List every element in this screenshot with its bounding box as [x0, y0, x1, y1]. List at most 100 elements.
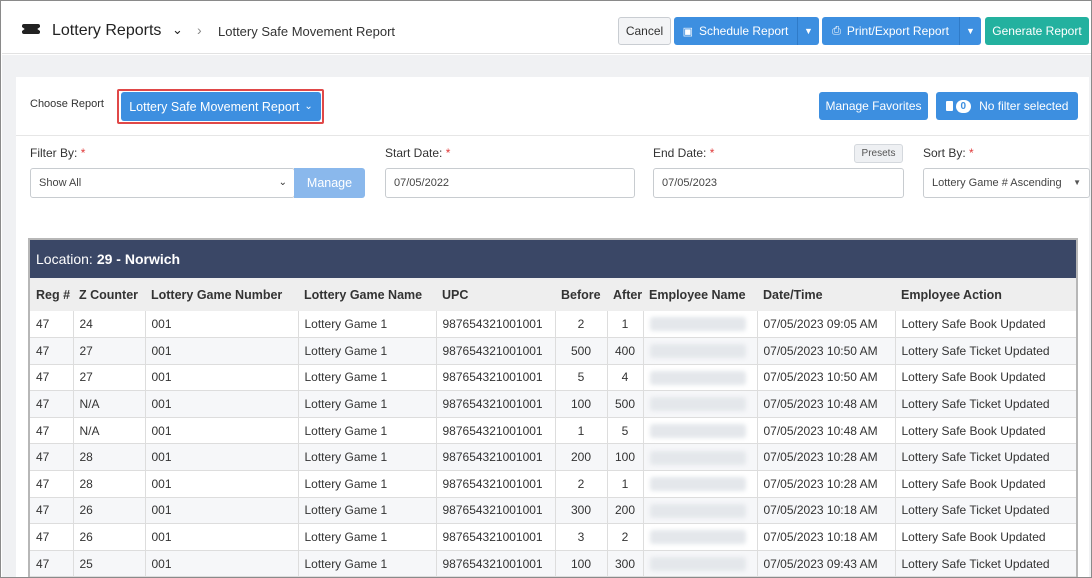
- report-select-dropdown[interactable]: Lottery Safe Movement Report ⌄: [121, 92, 321, 121]
- start-date-label-text: Start Date:: [385, 146, 443, 160]
- table-row: 47 N/A 001 Lottery Game 1 987654321001001 100…: [30, 390, 1076, 418]
- cell-reg-number: 47: [30, 470, 74, 498]
- cell-date-time: 07/05/2023 09:43 AM: [757, 550, 896, 577]
- cell-lottery-game-number: 001: [145, 443, 299, 472]
- manage-favorites-button[interactable]: Manage Favorites: [819, 92, 928, 120]
- sort-by-label: Sort By: *: [923, 146, 974, 160]
- presets-button[interactable]: Presets: [854, 144, 903, 163]
- cell-date-time: 07/05/2023 10:50 AM: [757, 364, 896, 392]
- cell-lottery-game-number: 001: [145, 523, 299, 551]
- cell-reg-number: 47: [30, 443, 74, 472]
- start-date-label: Start Date: *: [385, 146, 450, 160]
- schedule-dropdown-toggle[interactable]: ▼: [797, 17, 819, 45]
- filter-by-label: Filter By: *: [30, 146, 85, 160]
- column-header-employee-action[interactable]: Employee Action: [895, 278, 1076, 311]
- calendar-icon: ▣: [682, 25, 693, 38]
- breadcrumb-separator: ›: [197, 22, 202, 38]
- cell-after: 1: [607, 311, 644, 339]
- column-header-lottery-game-name[interactable]: Lottery Game Name: [298, 278, 436, 311]
- report-table-container: Location: 29 - Norwich Reg # Z Counter Lot…: [28, 238, 1078, 577]
- table-body: 47 24 001 Lottery Game 1 987654321001001 2 1 07…: [30, 311, 1076, 577]
- sort-by-select[interactable]: Lottery Game # Ascending ▼: [923, 168, 1090, 198]
- cell-upc: 987654321001001: [436, 311, 556, 339]
- report-select-value: Lottery Safe Movement Report: [129, 99, 300, 114]
- manage-filter-button[interactable]: Manage: [294, 168, 365, 198]
- cell-employee-action: Lottery Safe Book Updated: [895, 311, 1076, 339]
- cell-z-counter: 27: [73, 364, 146, 392]
- column-header-lottery-game-number[interactable]: Lottery Game Number: [145, 278, 298, 311]
- chevron-down-icon[interactable]: ⌄: [172, 22, 183, 38]
- column-header-reg-number[interactable]: Reg #: [30, 278, 73, 311]
- column-header-employee-name[interactable]: Employee Name: [643, 278, 757, 311]
- cell-employee-action: Lottery Safe Ticket Updated: [895, 337, 1076, 365]
- required-mark: *: [969, 146, 974, 160]
- cell-after: 300: [607, 550, 644, 577]
- filter-by-value: Show All: [39, 177, 82, 189]
- cell-reg-number: 47: [30, 390, 74, 418]
- cell-reg-number: 47: [30, 550, 74, 577]
- schedule-report-button[interactable]: ▣ Schedule Report: [674, 17, 797, 45]
- cell-lottery-game-name: Lottery Game 1: [298, 497, 437, 525]
- table-row: 47 28 001 Lottery Game 1 987654321001001 200 1…: [30, 443, 1076, 472]
- filter-by-select[interactable]: Show All ⌄: [30, 168, 295, 198]
- cell-upc: 987654321001001: [436, 390, 556, 418]
- cell-upc: 987654321001001: [436, 470, 556, 498]
- cell-before: 100: [555, 390, 608, 418]
- cell-employee-name: [643, 443, 758, 472]
- redacted-employee-name: [649, 450, 746, 465]
- chevron-down-icon: ⌄: [304, 101, 313, 112]
- cell-employee-name: [643, 470, 758, 498]
- column-header-upc[interactable]: UPC: [436, 278, 555, 311]
- cancel-label: Cancel: [625, 24, 664, 38]
- generate-report-button[interactable]: Generate Report: [985, 17, 1089, 45]
- start-date-input[interactable]: 07/05/2022: [385, 168, 635, 198]
- cell-lottery-game-name: Lottery Game 1: [298, 390, 437, 418]
- breadcrumb-current-page: Lottery Safe Movement Report: [218, 24, 396, 39]
- cell-lottery-game-name: Lottery Game 1: [298, 337, 437, 365]
- cancel-button[interactable]: Cancel: [618, 17, 671, 45]
- filter-by-label-text: Filter By:: [30, 146, 78, 160]
- column-header-after[interactable]: After: [607, 278, 643, 311]
- column-header-z-counter[interactable]: Z Counter: [73, 278, 145, 311]
- cell-employee-name: [643, 390, 758, 418]
- cell-lottery-game-number: 001: [145, 417, 299, 445]
- cell-lottery-game-name: Lottery Game 1: [298, 470, 437, 498]
- column-header-before[interactable]: Before: [555, 278, 607, 311]
- cell-z-counter: 28: [73, 443, 146, 472]
- filter-count-badge: 0: [955, 99, 972, 113]
- cell-z-counter: 26: [73, 523, 146, 551]
- filter-status-button[interactable]: 0 No filter selected: [936, 92, 1078, 120]
- end-date-label-text: End Date:: [653, 146, 707, 160]
- cell-employee-action: Lottery Safe Ticket Updated: [895, 390, 1076, 418]
- report-table: Reg # Z Counter Lottery Game Number Lottery…: [30, 278, 1076, 577]
- cell-after: 5: [607, 417, 644, 445]
- table-row: 47 25 001 Lottery Game 1 987654321001001 100 3…: [30, 550, 1076, 577]
- print-export-button[interactable]: ⎙ Print/Export Report: [822, 17, 959, 45]
- app-title[interactable]: Lottery Reports: [52, 22, 161, 40]
- redacted-employee-name: [649, 530, 746, 545]
- cell-reg-number: 47: [30, 337, 74, 365]
- cell-employee-name: [643, 337, 758, 365]
- cell-before: 100: [555, 550, 608, 577]
- table-header-row: Reg # Z Counter Lottery Game Number Lottery…: [30, 278, 1076, 311]
- cell-reg-number: 47: [30, 364, 74, 392]
- cell-lottery-game-number: 001: [145, 364, 299, 392]
- column-header-date-time[interactable]: Date/Time: [757, 278, 895, 311]
- start-date-value: 07/05/2022: [394, 177, 450, 189]
- cell-lottery-game-name: Lottery Game 1: [298, 550, 437, 577]
- cell-after: 500: [607, 390, 644, 418]
- cell-z-counter: 25: [73, 550, 146, 577]
- table-row: 47 24 001 Lottery Game 1 987654321001001 2 1 07…: [30, 311, 1076, 339]
- required-mark: *: [445, 146, 451, 160]
- cell-reg-number: 47: [30, 311, 74, 339]
- schedule-report-label: Schedule Report: [699, 24, 789, 38]
- generate-report-label: Generate Report: [992, 24, 1082, 38]
- caret-down-icon: ▼: [1073, 178, 1081, 187]
- cell-date-time: 07/05/2023 10:28 AM: [757, 470, 896, 498]
- cell-upc: 987654321001001: [436, 417, 556, 445]
- cell-employee-name: [643, 550, 758, 577]
- cell-reg-number: 47: [30, 497, 74, 525]
- end-date-input[interactable]: 07/05/2023: [653, 168, 904, 198]
- cell-z-counter: 27: [73, 337, 146, 365]
- print-dropdown-toggle[interactable]: ▼: [959, 17, 981, 45]
